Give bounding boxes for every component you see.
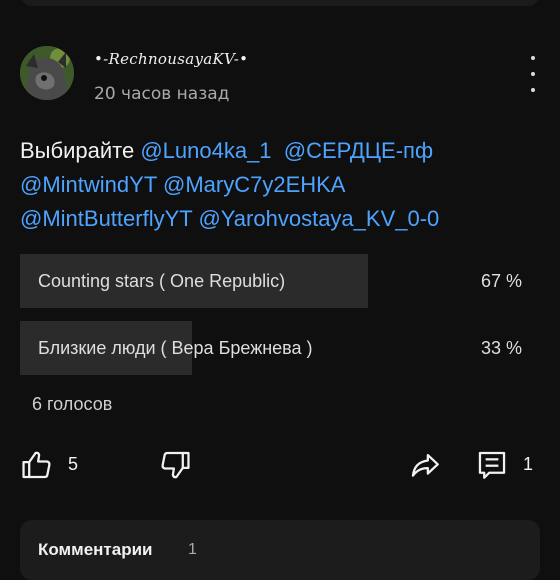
vote-count: 6 голосов <box>32 394 113 414</box>
comments-title: Комментарии <box>38 540 153 559</box>
mention-link[interactable]: @Luno4ka_1 <box>140 138 271 163</box>
share-icon[interactable] <box>408 448 442 482</box>
poll-option-1[interactable]: Counting stars ( One Republic) 67 % <box>20 254 540 308</box>
comments-count: 1 <box>188 541 197 558</box>
poll-option-label: Близкие люди ( Вера Брежнева ) <box>38 338 313 358</box>
comment-icon[interactable] <box>475 448 509 482</box>
previous-card <box>20 0 540 6</box>
post-intro: Выбирайте <box>20 138 135 163</box>
post-timestamp: 20 часов назад <box>94 84 230 104</box>
mention-link[interactable]: @MaryC7y2EHKA <box>163 172 346 197</box>
post-text: Выбирайте @Luno4ka_1 @СЕРДЦЕ-пф @Mintwin… <box>20 134 545 236</box>
mention-link[interactable]: @СЕРДЦЕ-пф <box>284 138 433 163</box>
poll-option-percent: 33 % <box>480 338 522 358</box>
mention-link[interactable]: @Yarohvostaya_KV_0-0 <box>198 206 439 231</box>
mention-link[interactable]: @MintButterflyYT <box>20 206 192 231</box>
poll-option-2[interactable]: Близкие люди ( Вера Брежнева ) 33 % <box>20 321 540 375</box>
poll-option-label: Counting stars ( One Republic) <box>38 271 286 291</box>
like-count: 5 <box>68 454 79 474</box>
poll-option-percent: 67 % <box>480 271 522 291</box>
author-name[interactable]: •-RechnousayaKV-• <box>94 50 248 68</box>
avatar[interactable] <box>20 46 74 100</box>
mention-link[interactable]: @MintwindYT <box>20 172 157 197</box>
more-vert-icon[interactable] <box>526 56 540 92</box>
comment-count: 1 <box>523 454 534 474</box>
thumb-down-icon[interactable] <box>158 448 192 482</box>
comments-section[interactable]: Комментарии 1 <box>20 520 540 580</box>
avatar-image <box>20 46 74 100</box>
thumb-up-icon[interactable] <box>20 448 54 482</box>
